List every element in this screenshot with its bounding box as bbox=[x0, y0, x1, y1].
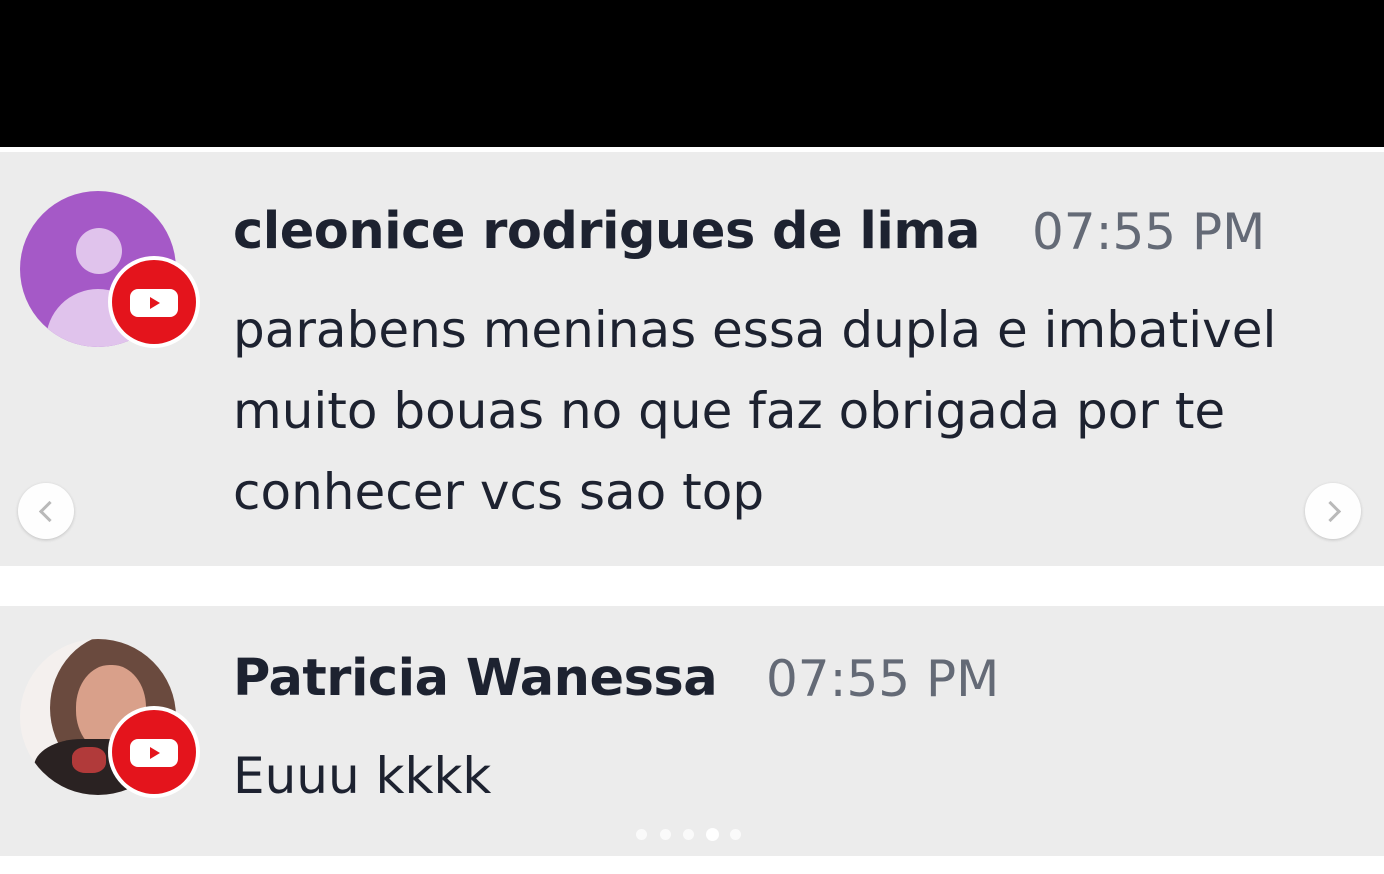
youtube-icon bbox=[108, 256, 200, 348]
comment-text-line: parabens meninas essa dupla e imbativel bbox=[233, 301, 1277, 359]
play-icon bbox=[150, 297, 160, 309]
comment-card: cleonice rodrigues de lima 07:55 PM para… bbox=[0, 152, 1384, 566]
play-icon bbox=[150, 747, 160, 759]
comment-text: parabens meninas essa dupla e imbativel … bbox=[233, 290, 1276, 533]
carousel-dot-active[interactable] bbox=[706, 828, 719, 841]
chevron-right-icon bbox=[1319, 500, 1342, 523]
youtube-icon bbox=[108, 706, 200, 798]
carousel-dot[interactable] bbox=[636, 829, 647, 840]
carousel-next-button[interactable] bbox=[1305, 483, 1361, 539]
carousel-dot[interactable] bbox=[683, 829, 694, 840]
carousel-dot[interactable] bbox=[660, 829, 671, 840]
default-user-icon bbox=[76, 228, 122, 274]
comment-text-line: Euuu kkkk bbox=[233, 747, 492, 805]
comment-card: Patricia Wanessa 07:55 PM Euuu kkkk bbox=[0, 606, 1384, 856]
comment-timestamp: 07:55 PM bbox=[1032, 203, 1266, 261]
comment-text-line: conhecer vcs sao top bbox=[233, 463, 765, 521]
comment-author: Patricia Wanessa bbox=[233, 649, 718, 708]
comment-timestamp: 07:55 PM bbox=[766, 650, 1000, 708]
carousel-pagination bbox=[636, 827, 746, 841]
comment-author: cleonice rodrigues de lima bbox=[233, 202, 980, 261]
carousel-prev-button[interactable] bbox=[18, 483, 74, 539]
top-black-bar bbox=[0, 0, 1384, 147]
comment-text-line: muito bouas no que faz obrigada por te bbox=[233, 382, 1226, 440]
carousel-dot[interactable] bbox=[730, 829, 741, 840]
comment-text: Euuu kkkk bbox=[233, 744, 491, 808]
chevron-left-icon bbox=[38, 500, 61, 523]
